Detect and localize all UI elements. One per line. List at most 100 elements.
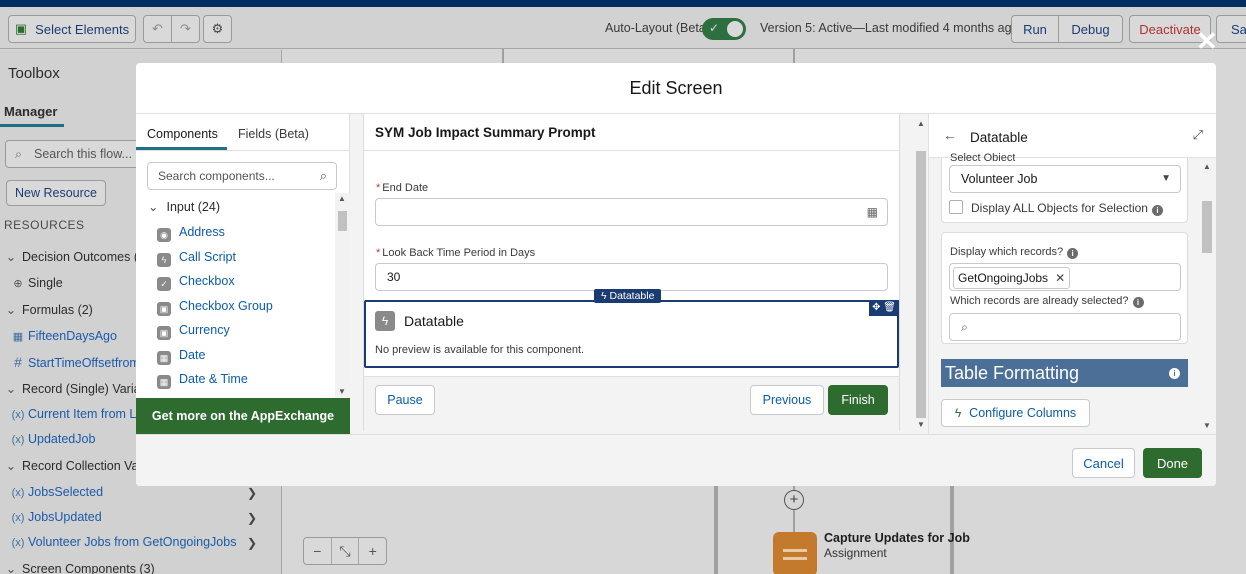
- scroll-down-icon[interactable]: ▼: [917, 420, 925, 429]
- resource-item[interactable]: (x) UpdatedJob: [8, 432, 96, 446]
- settings-button[interactable]: ⚙: [203, 15, 232, 43]
- record-pill[interactable]: GetOngoingJobs ✕: [953, 267, 1071, 289]
- tab-fields[interactable]: Fields (Beta): [238, 127, 309, 141]
- resource-item[interactable]: # StartTimeOffsetfrom: [8, 354, 140, 370]
- tabs-divider: [136, 150, 350, 151]
- configure-columns-button[interactable]: ϟ Configure Columns: [941, 399, 1090, 427]
- resource-item[interactable]: (x) Current Item from L: [8, 407, 137, 421]
- resource-group[interactable]: ⌄ Record Collection Vari: [0, 458, 146, 473]
- select-elements-button[interactable]: ▣ Select Elements: [8, 15, 136, 43]
- resource-item[interactable]: (x) JobsSelected: [8, 485, 103, 499]
- back-arrow-icon[interactable]: ←: [943, 127, 957, 143]
- records-input[interactable]: GetOngoingJobs ✕: [949, 263, 1181, 291]
- done-button[interactable]: Done: [1143, 448, 1202, 478]
- scroll-down-icon[interactable]: ▼: [1203, 421, 1211, 430]
- edit-screen-modal: Edit Screen Components Fields (Beta) Sea…: [136, 63, 1216, 486]
- auto-layout-toggle[interactable]: ✓: [702, 18, 746, 40]
- tab-manager[interactable]: Manager: [4, 104, 57, 119]
- add-element-button[interactable]: +: [784, 490, 804, 510]
- modal-header: Edit Screen: [136, 63, 1216, 114]
- save-button[interactable]: Sav: [1216, 15, 1246, 43]
- pause-button[interactable]: Pause: [375, 385, 435, 415]
- resource-group[interactable]: ⌄ Record (Single) Variab: [0, 381, 148, 396]
- scroll-thumb[interactable]: [338, 211, 347, 231]
- component-item[interactable]: ▦ Date: [157, 348, 205, 365]
- display-all-checkbox[interactable]: [949, 200, 963, 214]
- resource-group[interactable]: ⌄ Screen Components (3): [0, 561, 155, 574]
- properties-title: Datatable: [970, 130, 1028, 145]
- component-item[interactable]: ▣ Currency: [157, 323, 230, 340]
- object-select[interactable]: Volunteer Job ▼: [949, 165, 1181, 193]
- lookback-label: * Look Back Time Period in Days: [376, 247, 535, 259]
- component-item[interactable]: ϟ Call Script: [157, 250, 236, 267]
- zoom-in-button[interactable]: +: [359, 538, 386, 564]
- calendar-icon[interactable]: ▦: [867, 199, 878, 225]
- info-icon[interactable]: i: [1132, 297, 1144, 308]
- scroll-up-icon[interactable]: ▲: [338, 194, 346, 203]
- tab-components[interactable]: Components: [147, 127, 218, 141]
- variable-icon: (x): [11, 434, 25, 446]
- appexchange-button[interactable]: Get more on the AppExchange: [136, 398, 350, 434]
- scroll-up-icon[interactable]: ▲: [1203, 162, 1211, 171]
- assignment-title[interactable]: Capture Updates for Job: [824, 531, 970, 545]
- zoom-out-button[interactable]: −: [304, 538, 332, 564]
- chevron-right-icon[interactable]: ❯: [247, 511, 257, 525]
- resource-label: Screen Components (3): [22, 562, 155, 574]
- component-group-input[interactable]: ⌄ Input (24): [148, 199, 220, 214]
- scroll-thumb[interactable]: [916, 151, 926, 418]
- canvas-scrollbar[interactable]: ▲ ▼: [914, 116, 928, 432]
- component-label: Date: [179, 348, 206, 362]
- selected-records-input[interactable]: ⌕: [949, 313, 1181, 341]
- finish-button[interactable]: Finish: [828, 385, 888, 415]
- run-button[interactable]: Run: [1011, 15, 1059, 43]
- info-icon[interactable]: i: [1067, 248, 1079, 259]
- resource-item[interactable]: (x) Volunteer Jobs from GetOngoingJobs: [8, 535, 237, 549]
- remove-icon[interactable]: ✕: [1055, 271, 1065, 285]
- component-item[interactable]: ▣ Checkbox Group: [157, 299, 273, 316]
- screen-title[interactable]: SYM Job Impact Summary Prompt: [375, 125, 596, 140]
- new-resource-button[interactable]: New Resource: [6, 180, 106, 206]
- redo-button[interactable]: ↷: [171, 15, 200, 43]
- properties-scrollbar[interactable]: ▲ ▼: [1200, 159, 1214, 433]
- component-item[interactable]: ▦ Date & Time: [157, 372, 248, 389]
- search-icon: ⌕: [15, 147, 23, 161]
- expand-icon[interactable]: ⤢: [1193, 127, 1203, 143]
- resource-item[interactable]: (x) JobsUpdated: [8, 510, 102, 524]
- undo-button[interactable]: ↶: [143, 15, 172, 43]
- deactivate-label: Deactivate: [1139, 21, 1201, 37]
- components-panel: Components Fields (Beta) Search componen…: [136, 114, 350, 434]
- modal-footer: Cancel Done: [136, 434, 1216, 486]
- info-icon[interactable]: i: [1169, 368, 1180, 379]
- scroll-thumb[interactable]: [1202, 201, 1212, 253]
- end-date-input[interactable]: ▦: [375, 198, 888, 226]
- resource-label: JobsUpdated: [28, 510, 102, 524]
- fit-view-button[interactable]: ⤡: [332, 538, 360, 564]
- assignment-icon[interactable]: [773, 532, 817, 574]
- resource-item[interactable]: ⊕ Single: [8, 276, 62, 290]
- debug-button[interactable]: Debug: [1058, 15, 1123, 43]
- move-icon[interactable]: ✥: [872, 302, 880, 313]
- display-records-text: Display which records?: [950, 246, 1064, 258]
- cancel-button[interactable]: Cancel: [1072, 448, 1135, 478]
- chevron-right-icon[interactable]: ❯: [247, 536, 257, 550]
- resource-item[interactable]: ▦ FifteenDaysAgo: [8, 329, 117, 343]
- lookback-input[interactable]: 30: [375, 263, 888, 291]
- records-card: Display which records? i GetOngoingJobs ✕ …: [941, 232, 1188, 344]
- component-item[interactable]: ◉ Address: [157, 225, 225, 242]
- scroll-down-icon[interactable]: ▼: [338, 387, 346, 396]
- scroll-up-icon[interactable]: ▲: [917, 119, 925, 128]
- display-records-label: Display which records? i: [950, 246, 1079, 259]
- resource-group[interactable]: ⌄ Decision Outcomes (1: [0, 249, 145, 264]
- close-modal-icon[interactable]: ✕: [1196, 28, 1218, 54]
- component-item[interactable]: ✓ Checkbox: [157, 274, 235, 291]
- checkbox-group-icon: ▣: [157, 302, 171, 316]
- previous-button[interactable]: Previous: [750, 385, 824, 415]
- components-scrollbar[interactable]: ▲ ▼: [335, 193, 350, 397]
- delete-icon[interactable]: 🗑: [883, 302, 896, 313]
- components-search-input[interactable]: Search components... ⌕: [147, 162, 337, 190]
- chevron-right-icon[interactable]: ❯: [247, 486, 257, 500]
- datatable-component[interactable]: ✥ 🗑 ϟ Datatable No preview is available …: [364, 300, 899, 368]
- info-icon[interactable]: i: [1151, 205, 1163, 216]
- screen-footer: Pause Previous Finish: [364, 376, 899, 431]
- resource-group[interactable]: ⌄ Formulas (2): [0, 302, 93, 317]
